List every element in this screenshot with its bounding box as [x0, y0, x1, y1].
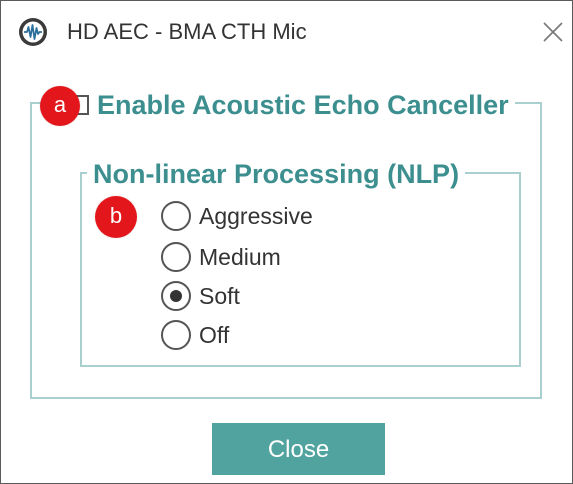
title-bar[interactable]: HD AEC - BMA CTH Mic [1, 1, 572, 65]
window-title: HD AEC - BMA CTH Mic [67, 19, 307, 44]
aec-legend[interactable]: Enable Acoustic Echo Canceller [65, 85, 515, 125]
close-button[interactable]: Close [212, 423, 385, 475]
dialog-window: HD AEC - BMA CTH Mic Enable Acoustic Ech… [0, 0, 573, 484]
nlp-option-medium[interactable]: Medium [161, 237, 281, 277]
soft-label[interactable]: Soft [199, 276, 240, 316]
medium-label[interactable]: Medium [199, 237, 281, 277]
aggressive-radio[interactable] [161, 201, 191, 231]
medium-radio[interactable] [161, 242, 191, 272]
callout-badge-b: b [95, 196, 137, 238]
aggressive-label[interactable]: Aggressive [199, 196, 313, 236]
callout-badge-a: a [40, 86, 80, 126]
off-label[interactable]: Off [199, 315, 229, 355]
nlp-option-off[interactable]: Off [161, 315, 229, 355]
close-icon[interactable] [538, 17, 568, 47]
nlp-option-aggressive[interactable]: Aggressive [161, 196, 313, 236]
nlp-legend: Non-linear Processing (NLP) [87, 154, 466, 194]
soft-radio[interactable] [161, 281, 191, 311]
app-icon [19, 18, 47, 46]
enable-aec-label[interactable]: Enable Acoustic Echo Canceller [97, 85, 509, 125]
off-radio[interactable] [161, 320, 191, 350]
nlp-option-soft[interactable]: Soft [161, 276, 240, 316]
